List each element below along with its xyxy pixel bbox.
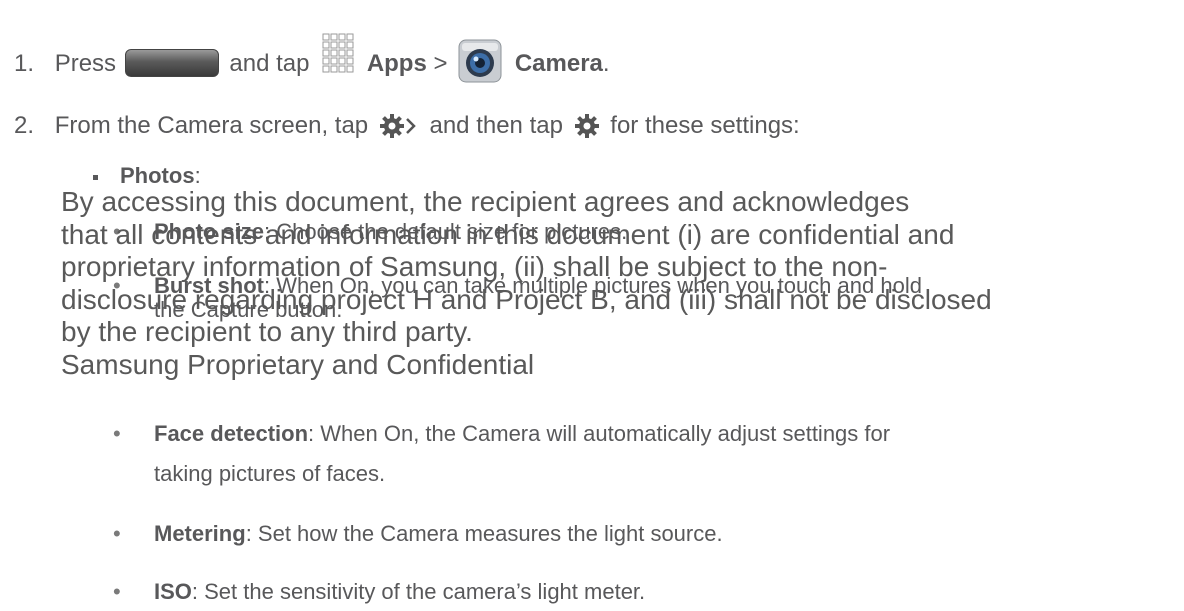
step-text: and then tap	[429, 112, 563, 139]
item-title: ISO	[154, 579, 192, 604]
item-metering: Metering: Set how the Camera measures th…	[154, 520, 723, 548]
item-text: : Set the sensitivity of the camera’s li…	[191, 579, 646, 604]
home-key-icon	[124, 49, 219, 77]
item-text: : When On, the Camera will automatically…	[308, 421, 891, 446]
watermark-line: proprietary information of Samsung, (ii)…	[61, 251, 888, 282]
settings-gear-icon	[574, 114, 599, 138]
watermark-line: Samsung Proprietary and Confidential	[61, 348, 535, 380]
item-face-detection-cont: taking pictures of faces.	[154, 460, 385, 488]
item-text: : Set how the Camera measures the light …	[245, 521, 723, 546]
step-1: 1. Press and tap Apps > Camera.	[14, 33, 610, 83]
watermark-line: disclosure regarding project H and Proje…	[61, 283, 992, 315]
bullet: •	[113, 521, 121, 546]
step-2: 2. From the Camera screen, tap and then …	[14, 112, 800, 140]
step-text: for these settings:	[610, 112, 800, 139]
apps-icon	[322, 33, 354, 73]
item-iso: ISO: Set the sensitivity of the camera’s…	[154, 578, 645, 606]
step-text: From the Camera screen, tap	[54, 112, 369, 139]
step-number: 2.	[14, 112, 35, 139]
period: .	[602, 50, 610, 77]
watermark-line: By accessing this document, the recipien…	[61, 186, 910, 217]
camera-label: Camera	[514, 50, 603, 77]
item-title: Face detection	[154, 421, 309, 446]
square-bullet	[93, 175, 98, 180]
bullet: •	[113, 421, 121, 446]
separator: >	[433, 50, 448, 77]
step-text: Press	[54, 50, 117, 77]
settings-gear-arrow-icon	[379, 114, 416, 138]
camera-app-icon	[458, 39, 502, 83]
step-text: and tap	[229, 50, 310, 77]
photos-label: Photos	[120, 163, 195, 188]
apps-label: Apps	[366, 50, 427, 77]
watermark-line: by the recipient to any third party.	[61, 316, 473, 347]
step-number: 1.	[14, 50, 35, 77]
bullet: •	[113, 579, 121, 604]
item-face-detection: Face detection: When On, the Camera will…	[154, 420, 890, 448]
watermark-line: that all contents and information in thi…	[61, 218, 955, 250]
confidential-watermark: By accessing this document, the recipien…	[61, 186, 1021, 381]
item-title: Metering	[154, 521, 246, 546]
item-text: taking pictures of faces.	[154, 461, 386, 486]
colon: :	[194, 163, 201, 188]
